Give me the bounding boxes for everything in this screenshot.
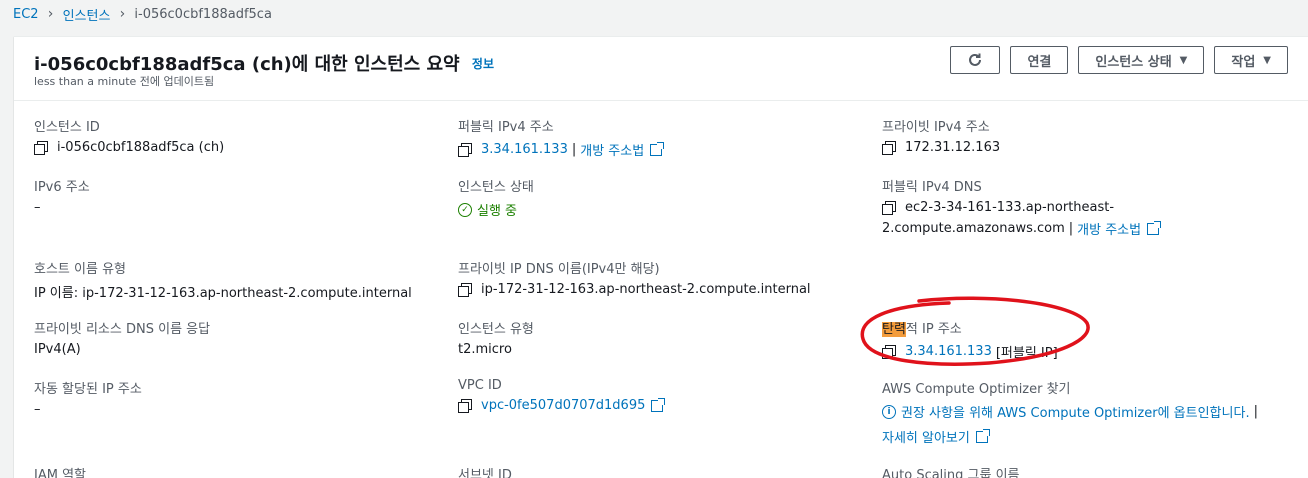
field-label: Auto Scaling 그룹 이름	[882, 468, 1020, 478]
field-label: 인스턴스 상태	[458, 180, 534, 195]
field-label: 인스턴스 유형	[458, 322, 534, 337]
field-label: 퍼블릭 IPv4 주소	[458, 120, 554, 135]
instance-summary-panel: i-056c0cbf188adf5ca (ch)에 대한 인스턴스 요약 정보 …	[14, 36, 1308, 478]
refresh-icon	[969, 53, 982, 66]
breadcrumb-ec2[interactable]: EC2	[13, 7, 39, 22]
info-link[interactable]: 정보	[472, 57, 494, 71]
field-label: 호스트 이름 유형	[34, 262, 126, 277]
public-dns-value-line1: ec2-3-34-161-133.ap-northeast-	[905, 200, 1115, 215]
copy-icon[interactable]	[882, 201, 896, 215]
external-link-icon[interactable]	[650, 141, 665, 156]
actions-button[interactable]: 작업 ▼	[1214, 46, 1288, 74]
field-auto-ip: 자동 할당된 IP 주소 –	[34, 378, 142, 417]
field-label: 프라이빗 IP DNS 이름(IPv4만 해당)	[458, 262, 660, 277]
elastic-ip-label-rest: 적 IP 주소	[905, 322, 962, 337]
field-label: 자동 할당된 IP 주소	[34, 382, 142, 397]
field-label: 프라이빗 리소스 DNS 이름 응답	[34, 322, 211, 337]
breadcrumb-current: i-056c0cbf188adf5ca	[134, 6, 272, 22]
field-iam-role: IAM 역할	[34, 464, 86, 478]
instance-id-value: i-056c0cbf188adf5ca (ch)	[57, 140, 225, 155]
external-link-icon[interactable]	[975, 428, 990, 443]
field-label: 퍼블릭 IPv4 DNS	[882, 180, 982, 195]
copy-icon[interactable]	[882, 345, 896, 359]
info-icon: i	[882, 404, 896, 419]
field-resource-dns: 프라이빗 리소스 DNS 이름 응답 IPv4(A)	[34, 318, 210, 357]
field-label: 인스턴스 ID	[34, 120, 100, 135]
ipv6-value: –	[34, 200, 41, 215]
field-elastic-ip: 탄력적 IP 주소 3.34.161.133 [퍼블릭 IP]	[882, 318, 1058, 361]
instance-type-value: t2.micro	[458, 342, 512, 357]
field-vpc-id: VPC ID vpc-0fe507d0707d1d695	[458, 378, 666, 413]
resource-dns-value: IPv4(A)	[34, 342, 81, 357]
field-public-ipv4: 퍼블릭 IPv4 주소 3.34.161.133 | 개방 주소법	[458, 116, 665, 159]
field-private-dns: 프라이빗 IP DNS 이름(IPv4만 해당) ip-172-31-12-16…	[458, 258, 811, 297]
vpc-id-link[interactable]: vpc-0fe507d0707d1d695	[481, 398, 645, 413]
hostname-type-value: IP 이름: ip-172-31-12-163.ap-northeast-2.c…	[34, 286, 412, 301]
connect-button[interactable]: 연결	[1010, 46, 1069, 74]
field-private-ipv4: 프라이빗 IPv4 주소 172.31.12.163	[882, 116, 1000, 155]
field-asg-name: Auto Scaling 그룹 이름	[882, 464, 1020, 478]
copy-icon[interactable]	[458, 399, 472, 413]
breadcrumb: EC2 › 인스턴스 › i-056c0cbf188adf5ca	[0, 0, 1308, 28]
optimizer-opt-in-link[interactable]: 권장 사항을 위해 AWS Compute Optimizer에 옵트인합니다.	[901, 402, 1250, 421]
instance-state-label: 인스턴스 상태	[1095, 54, 1172, 70]
elastic-ip-suffix: [퍼블릭 IP]	[995, 346, 1058, 361]
copy-icon[interactable]	[882, 141, 896, 155]
elastic-ip-link[interactable]: 3.34.161.133	[905, 344, 992, 359]
public-dns-open-link[interactable]: 개방 주소법	[1077, 219, 1141, 238]
separator: |	[571, 142, 577, 157]
field-instance-id: 인스턴스 ID i-056c0cbf188adf5ca (ch)	[34, 116, 224, 155]
auto-ip-value: –	[34, 402, 41, 417]
instance-state-button[interactable]: 인스턴스 상태 ▼	[1078, 46, 1205, 74]
field-ipv6: IPv6 주소 –	[34, 176, 90, 215]
field-instance-type: 인스턴스 유형 t2.micro	[458, 318, 534, 357]
separator: |	[1253, 404, 1258, 419]
copy-icon[interactable]	[458, 283, 472, 297]
refresh-button[interactable]	[950, 46, 1001, 74]
chevron-right-icon: ›	[119, 6, 126, 22]
private-ipv4-value: 172.31.12.163	[905, 140, 1001, 155]
caret-down-icon: ▼	[1179, 54, 1188, 66]
connect-label: 연결	[1027, 54, 1052, 70]
field-label: IPv6 주소	[34, 180, 90, 195]
last-updated-text: less than a minute 전에 업데이트됨	[34, 75, 215, 88]
private-dns-value: ip-172-31-12-163.ap-northeast-2.compute.…	[481, 282, 811, 297]
check-circle-icon: ✓	[458, 202, 472, 217]
field-label: 탄력적 IP 주소	[882, 318, 1058, 337]
field-label: AWS Compute Optimizer 찾기	[882, 382, 1071, 397]
field-optimizer: AWS Compute Optimizer 찾기 i 권장 사항을 위해 AWS…	[882, 378, 1262, 446]
field-label: 프라이빗 IPv4 주소	[882, 120, 990, 135]
breadcrumb-instances[interactable]: 인스턴스	[63, 5, 111, 24]
field-label: 서브넷 ID	[458, 468, 512, 478]
external-link-icon[interactable]	[1147, 220, 1162, 235]
copy-icon[interactable]	[458, 143, 472, 157]
instance-state-value: 실행 중	[477, 204, 518, 219]
highlighted-text: 탄력	[882, 322, 906, 337]
learn-more-link[interactable]: 자세히 알아보기	[882, 427, 970, 446]
field-label: IAM 역할	[34, 468, 86, 478]
public-ipv4-open-link[interactable]: 개방 주소법	[580, 140, 644, 159]
actions-label: 작업	[1231, 54, 1256, 70]
separator: |	[1068, 221, 1074, 236]
field-public-dns: 퍼블릭 IPv4 DNS ec2-3-34-161-133.ap-northea…	[882, 176, 1162, 238]
field-instance-state: 인스턴스 상태 ✓ 실행 중	[458, 176, 534, 219]
external-link-icon[interactable]	[651, 397, 666, 412]
chevron-right-icon: ›	[47, 6, 54, 22]
header-actions: 연결 인스턴스 상태 ▼ 작업 ▼	[950, 46, 1288, 74]
caret-down-icon: ▼	[1263, 54, 1271, 66]
public-ipv4-value[interactable]: 3.34.161.133	[481, 142, 568, 157]
page-title: i-056c0cbf188adf5ca (ch)에 대한 인스턴스 요약	[34, 54, 460, 75]
field-hostname-type: 호스트 이름 유형 IP 이름: ip-172-31-12-163.ap-nor…	[34, 258, 412, 301]
field-subnet-id: 서브넷 ID	[458, 464, 512, 478]
panel-header: i-056c0cbf188adf5ca (ch)에 대한 인스턴스 요약 정보 …	[14, 37, 1308, 101]
field-label: VPC ID	[458, 378, 502, 393]
copy-icon[interactable]	[34, 141, 48, 155]
public-dns-value-line2: 2.compute.amazonaws.com	[882, 221, 1065, 236]
